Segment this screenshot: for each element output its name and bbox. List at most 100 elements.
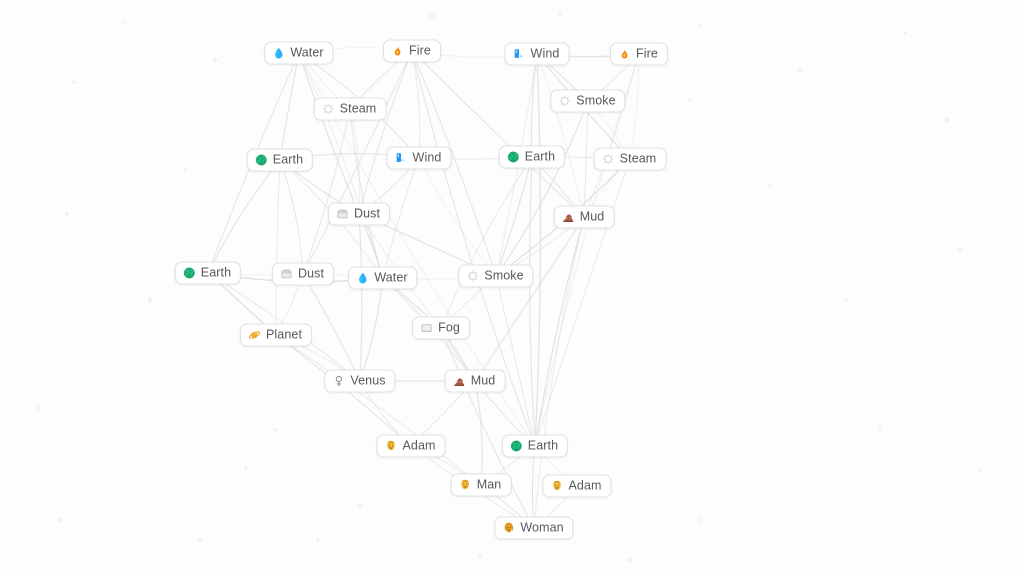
sparkle-icon xyxy=(356,501,364,509)
element-node-label: Venus xyxy=(350,373,386,388)
element-node-label: Smoke xyxy=(484,268,524,283)
smoke-swirl-icon xyxy=(558,95,571,108)
element-node-fire[interactable]: Fire xyxy=(610,42,668,66)
graph-edge xyxy=(534,216,585,447)
sparkle-icon xyxy=(843,297,849,303)
sparkle-icon xyxy=(272,427,278,433)
graph-edge xyxy=(495,156,533,277)
element-node-earth[interactable]: Earth xyxy=(501,434,569,458)
element-node-earth[interactable]: Earth xyxy=(174,261,242,285)
element-node-wind[interactable]: Wind xyxy=(386,146,452,170)
graph-edge xyxy=(474,380,483,486)
background-sparkles xyxy=(36,11,983,564)
sparkle-icon xyxy=(197,537,203,543)
element-node-mud[interactable]: Mud xyxy=(444,369,506,393)
element-node-label: Planet xyxy=(265,327,303,342)
element-node-mud[interactable]: Mud xyxy=(553,205,615,229)
graph-edge xyxy=(358,213,363,382)
graph-edge xyxy=(275,159,281,336)
element-node-venus[interactable]: Venus xyxy=(324,369,396,393)
element-node-smoke[interactable]: Smoke xyxy=(458,264,534,288)
graph-edge xyxy=(534,158,631,447)
element-node-water[interactable]: Water xyxy=(348,266,418,290)
fire-flame-icon xyxy=(618,48,631,61)
venus-symbol-icon xyxy=(332,375,345,388)
sparkle-icon xyxy=(557,11,563,17)
smoke-swirl-icon xyxy=(466,270,479,283)
man-face-icon xyxy=(384,440,397,453)
graph-edge xyxy=(418,157,497,277)
fog-cloud-icon xyxy=(420,322,433,335)
element-node-label: Wind xyxy=(412,150,442,165)
sparkle-icon xyxy=(36,405,42,411)
graph-edge xyxy=(349,108,384,279)
element-node-fire[interactable]: Fire xyxy=(383,39,441,63)
element-node-steam[interactable]: Steam xyxy=(593,147,667,171)
man-face-icon xyxy=(550,480,563,493)
element-node-steam[interactable]: Steam xyxy=(313,97,387,121)
sparkle-icon xyxy=(697,517,703,523)
element-node-label: Dust xyxy=(297,266,325,281)
element-node-dust[interactable]: Dust xyxy=(327,202,391,226)
element-node-adam[interactable]: Adam xyxy=(542,474,612,498)
element-node-label: Water xyxy=(374,270,408,285)
element-node-adam[interactable]: Adam xyxy=(376,434,446,458)
element-node-planet[interactable]: Planet xyxy=(239,323,313,347)
sparkle-icon xyxy=(797,67,803,73)
graph-edge xyxy=(583,100,589,218)
graph-edge xyxy=(279,159,304,275)
wind-gust-icon xyxy=(395,152,408,165)
graph-edge xyxy=(302,108,351,275)
element-node-earth[interactable]: Earth xyxy=(498,145,566,169)
fire-flame-icon xyxy=(391,45,404,58)
element-node-label: Smoke xyxy=(576,93,616,108)
connection-edges-layer xyxy=(207,47,640,529)
element-node-fog[interactable]: Fog xyxy=(412,316,470,340)
element-node-label: Steam xyxy=(339,101,377,116)
sparkle-icon xyxy=(766,182,774,190)
element-node-water[interactable]: Water xyxy=(264,41,334,65)
infinite-craft-canvas[interactable]: Water Fire Wind Fire Steam Smoke Earth Wind Eart… xyxy=(0,0,1024,576)
element-node-earth[interactable]: Earth xyxy=(246,148,314,172)
sparkle-icon xyxy=(57,517,63,523)
sparkle-icon xyxy=(477,553,483,559)
graph-edge xyxy=(629,53,640,160)
element-node-label: Man xyxy=(476,477,502,492)
element-node-label: Earth xyxy=(272,152,304,167)
element-node-wind[interactable]: Wind xyxy=(504,42,570,66)
graph-edge xyxy=(495,275,536,447)
graph-edge xyxy=(411,50,585,218)
man-face-icon xyxy=(459,479,472,492)
sparkle-icon xyxy=(957,247,963,253)
sparkle-icon xyxy=(902,30,908,36)
sparkle-icon xyxy=(212,57,218,63)
element-node-label: Water xyxy=(290,45,324,60)
water-droplet-icon xyxy=(272,47,285,60)
element-node-woman[interactable]: Woman xyxy=(494,516,574,540)
sparkle-icon xyxy=(687,97,693,103)
mud-pile-icon xyxy=(453,375,466,388)
graph-edge xyxy=(440,156,533,329)
graph-edge xyxy=(411,50,421,159)
graph-edge xyxy=(474,216,585,382)
graph-edge xyxy=(536,53,585,218)
element-node-man[interactable]: Man xyxy=(450,473,512,497)
sparkle-icon xyxy=(943,116,951,124)
planet-ring-icon xyxy=(248,329,261,342)
element-node-label: Fire xyxy=(409,43,431,58)
element-node-label: Earth xyxy=(527,438,559,453)
graph-edge xyxy=(440,327,535,529)
dust-pile-icon xyxy=(336,208,349,221)
graph-edge xyxy=(529,156,536,447)
element-node-dust[interactable]: Dust xyxy=(271,262,335,286)
element-node-label: Adam xyxy=(402,438,436,453)
graph-edge xyxy=(207,159,281,274)
element-node-label: Woman xyxy=(520,520,564,535)
element-node-label: Wind xyxy=(530,46,560,61)
element-node-smoke[interactable]: Smoke xyxy=(550,89,626,113)
element-node-label: Fog xyxy=(438,320,460,335)
sparkle-icon xyxy=(977,467,983,473)
sparkle-icon xyxy=(428,12,436,20)
earth-globe-icon xyxy=(507,151,520,164)
sparkle-icon xyxy=(182,167,188,173)
